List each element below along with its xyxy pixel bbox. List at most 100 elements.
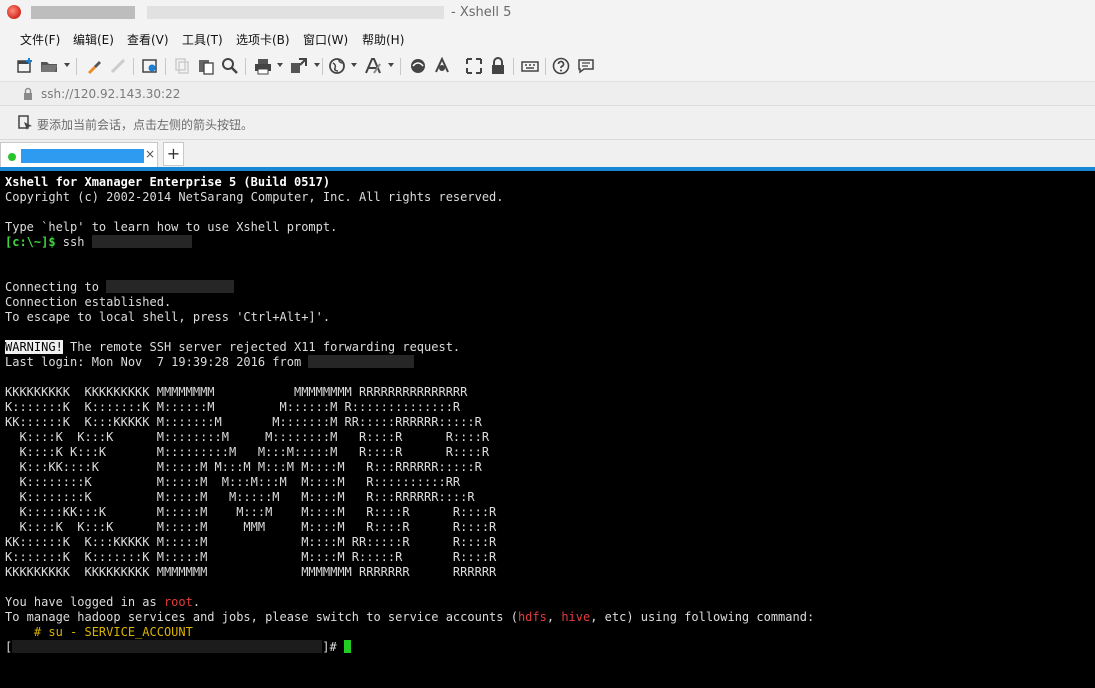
prompt-close: ]# <box>322 640 337 654</box>
tab-bar: × + <box>0 140 1095 167</box>
warning-label: WARNING! <box>5 340 63 354</box>
title-redacted-block <box>31 6 135 19</box>
transfer-icon[interactable] <box>290 57 308 75</box>
reconnect-icon[interactable] <box>85 57 103 75</box>
session-hint-text: 要添加当前会话，点击左侧的箭头按钮。 <box>37 118 254 132</box>
ascii-art-line: KKKKKKKKK KKKKKKKKK MMMMMMM MMMMMMM RRRR… <box>5 565 497 579</box>
prompt-open: [ <box>5 640 13 654</box>
globe-icon[interactable] <box>328 57 346 75</box>
toolbar-divider <box>513 58 514 75</box>
terminal-line: Xshell for Xmanager Enterprise 5 (Build … <box>5 175 331 189</box>
chevron-down-icon[interactable] <box>388 63 394 67</box>
terminal-line: To escape to local shell, press 'Ctrl+Al… <box>5 310 331 324</box>
chevron-down-icon[interactable] <box>64 63 70 67</box>
local-prompt: [c:\~]$ <box>5 235 56 249</box>
toolbar-divider <box>545 58 546 75</box>
ascii-art-line: K::::::::K M:::::M M:::M:::M M::::M R:::… <box>5 475 461 489</box>
xftp-icon[interactable] <box>409 57 427 75</box>
new-session-icon[interactable] <box>16 57 34 75</box>
toolbar-divider <box>165 58 166 75</box>
terminal-line: To manage hadoop services and jobs, plea… <box>5 610 814 625</box>
warning-text: The remote SSH server rejected X11 forwa… <box>62 340 461 354</box>
account-hive: hive <box>561 610 591 624</box>
menu-edit[interactable]: 编辑(E) <box>73 31 114 48</box>
ascii-art-line: K:::::::K K:::::::K M:::::M M::::M R::::… <box>5 550 497 564</box>
chevron-down-icon[interactable] <box>351 63 357 67</box>
xmanager-icon[interactable] <box>433 57 451 75</box>
terminal-line: You have logged in as root. <box>5 595 200 610</box>
menu-view[interactable]: 查看(V) <box>127 31 169 48</box>
chevron-down-icon[interactable] <box>277 63 283 67</box>
terminal-pane[interactable]: Xshell for Xmanager Enterprise 5 (Build … <box>0 171 1095 688</box>
menu-file[interactable]: 文件(F) <box>20 31 60 48</box>
toolbar-divider <box>245 58 246 75</box>
ascii-art-line: K:::::KK:::K M:::::M M:::M M::::M R::::R… <box>5 505 497 519</box>
session-bar: 要添加当前会话，点击左侧的箭头按钮。 <box>0 106 1095 140</box>
terminal-cursor <box>343 640 351 653</box>
terminal-line: Connection established. <box>5 295 172 309</box>
title-bar: - Xshell 5 <box>0 0 1095 26</box>
logged-in-user: root <box>163 595 193 609</box>
window-title: - Xshell 5 <box>451 5 512 20</box>
fullscreen-icon[interactable] <box>465 57 483 75</box>
last-login-text: Last login: Mon Nov 7 19:39:28 2016 from <box>5 355 309 369</box>
lock-icon[interactable] <box>489 57 507 75</box>
toolbar-divider <box>322 58 323 75</box>
title-redacted-block <box>147 6 444 19</box>
terminal-line: [c:\~]$ ssh <box>5 235 192 250</box>
address-url[interactable]: ssh://120.92.143.30:22 <box>41 87 180 101</box>
toolbar-divider <box>400 58 401 75</box>
ascii-art-line: K::::K K:::K M:::::M MMM M::::M R::::R R… <box>5 520 497 534</box>
find-icon[interactable] <box>221 57 239 75</box>
manage-suffix: , etc) using following command: <box>590 610 815 624</box>
toolbar-divider <box>133 58 134 75</box>
xshell-logo-icon <box>7 5 21 19</box>
menu-help[interactable]: 帮助(H) <box>362 31 404 48</box>
tab-title-redacted <box>21 149 144 163</box>
redacted-host <box>106 280 235 293</box>
disconnect-icon[interactable] <box>109 57 127 75</box>
ascii-art-line: K::::K K:::K M::::::::M M::::::::M R::::… <box>5 430 490 444</box>
manage-prefix: To manage hadoop services and jobs, plea… <box>5 610 518 624</box>
terminal-line: Last login: Mon Nov 7 19:39:28 2016 from <box>5 355 415 370</box>
properties-icon[interactable] <box>141 57 159 75</box>
terminal-line: WARNING! The remote SSH server rejected … <box>5 340 460 355</box>
redacted-host <box>91 235 192 248</box>
chat-icon[interactable] <box>577 57 595 75</box>
menu-bar: 文件(F) 编辑(E) 查看(V) 工具(T) 选项卡(B) 窗口(W) 帮助(… <box>0 26 1095 51</box>
connecting-text: Connecting to <box>5 280 107 294</box>
menu-tools[interactable]: 工具(T) <box>182 31 223 48</box>
paste-icon[interactable] <box>197 57 215 75</box>
help-icon[interactable] <box>552 57 570 75</box>
ssh-command: ssh <box>55 235 92 249</box>
tab-session[interactable]: × <box>0 142 158 167</box>
su-command-line: # su - SERVICE_ACCOUNT <box>5 625 193 639</box>
ascii-art-line: KK::::::K K:::KKKKK M:::::::M M:::::::M … <box>5 415 482 429</box>
logged-in-suffix: . <box>192 595 201 609</box>
menu-tabs[interactable]: 选项卡(B) <box>236 31 290 48</box>
remote-prompt-line[interactable]: [ ]# <box>5 640 351 655</box>
toolbar <box>0 51 1095 81</box>
ascii-art-line: K:::KK::::K M:::::M M:::M M:::M M::::M R… <box>5 460 482 474</box>
open-folder-icon[interactable] <box>40 57 58 75</box>
close-icon[interactable]: × <box>145 147 155 161</box>
terminal-line: Copyright (c) 2002-2014 NetSarang Comput… <box>5 190 504 204</box>
add-session-arrow-icon[interactable] <box>18 115 34 131</box>
add-tab-button[interactable]: + <box>163 142 184 166</box>
account-hdfs: hdfs <box>517 610 547 624</box>
account-separator: , <box>546 610 562 624</box>
copy-icon[interactable] <box>173 57 191 75</box>
redacted-host <box>308 355 415 368</box>
logged-in-prefix: You have logged in as <box>5 595 164 609</box>
redacted-prompt <box>12 640 323 653</box>
menu-window[interactable]: 窗口(W) <box>303 31 348 48</box>
font-icon[interactable] <box>364 57 382 75</box>
ascii-art-line: K:::::::K K:::::::K M::::::M M::::::M R:… <box>5 400 461 414</box>
print-icon[interactable] <box>254 57 272 75</box>
connected-status-icon <box>8 153 16 161</box>
toolbar-divider <box>76 58 77 75</box>
lock-icon <box>21 87 35 101</box>
chevron-down-icon[interactable] <box>314 63 320 67</box>
keyboard-icon[interactable] <box>521 57 539 75</box>
address-bar[interactable]: ssh://120.92.143.30:22 <box>0 81 1095 106</box>
